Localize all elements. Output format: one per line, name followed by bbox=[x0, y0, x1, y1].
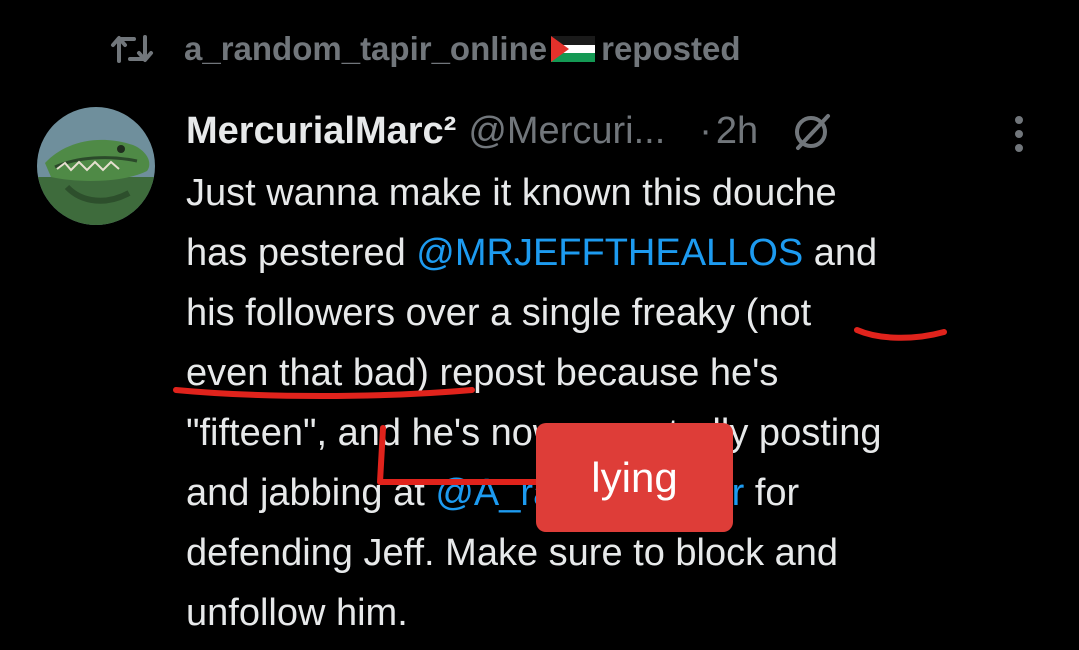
tweet-line: has pestered @MRJEFFTHEALLOS and bbox=[186, 223, 1056, 283]
repost-label: reposted bbox=[601, 30, 741, 67]
annotation-label: lying bbox=[536, 423, 733, 532]
mention-link[interactable]: @MRJEFFTHEALLOS bbox=[416, 232, 803, 274]
more-vertical-icon[interactable] bbox=[1005, 112, 1033, 156]
repost-icon bbox=[111, 35, 153, 63]
tweet-text: Just wanna make it known this douche has… bbox=[186, 163, 1056, 643]
no-edit-icon bbox=[795, 114, 831, 150]
tweet-line: Just wanna make it known this douche bbox=[186, 172, 837, 214]
tweet-text-segment: and bbox=[803, 232, 878, 274]
repost-header: a_random_tapir_online reposted bbox=[110, 26, 740, 72]
tweet-line: unfollow him. bbox=[186, 592, 408, 634]
tweet-header: MercurialMarc² @Mercuri... · 2h bbox=[186, 106, 834, 156]
tweet-text-segment: and jabbing at bbox=[186, 472, 436, 514]
separator-dot: · bbox=[699, 109, 712, 152]
avatar[interactable] bbox=[37, 107, 155, 225]
reposter-username[interactable]: a_random_tapir_online bbox=[184, 30, 547, 68]
display-name[interactable]: MercurialMarc² bbox=[186, 110, 456, 153]
tweet-line: his followers over a single freaky (not bbox=[186, 292, 812, 334]
tweet-line: even that bad) repost because he's bbox=[186, 352, 779, 394]
user-handle[interactable]: @Mercuri... bbox=[468, 110, 665, 153]
tweet-line: defending Jeff. Make sure to block and bbox=[186, 532, 839, 574]
tweet-text-segment: has pestered bbox=[186, 232, 417, 274]
annotation-label-text: lying bbox=[591, 453, 678, 501]
tweet-text-segment: for bbox=[744, 472, 800, 514]
palestine-flag-icon bbox=[551, 36, 596, 62]
timestamp[interactable]: 2h bbox=[716, 110, 758, 153]
avatar-image bbox=[37, 107, 155, 225]
